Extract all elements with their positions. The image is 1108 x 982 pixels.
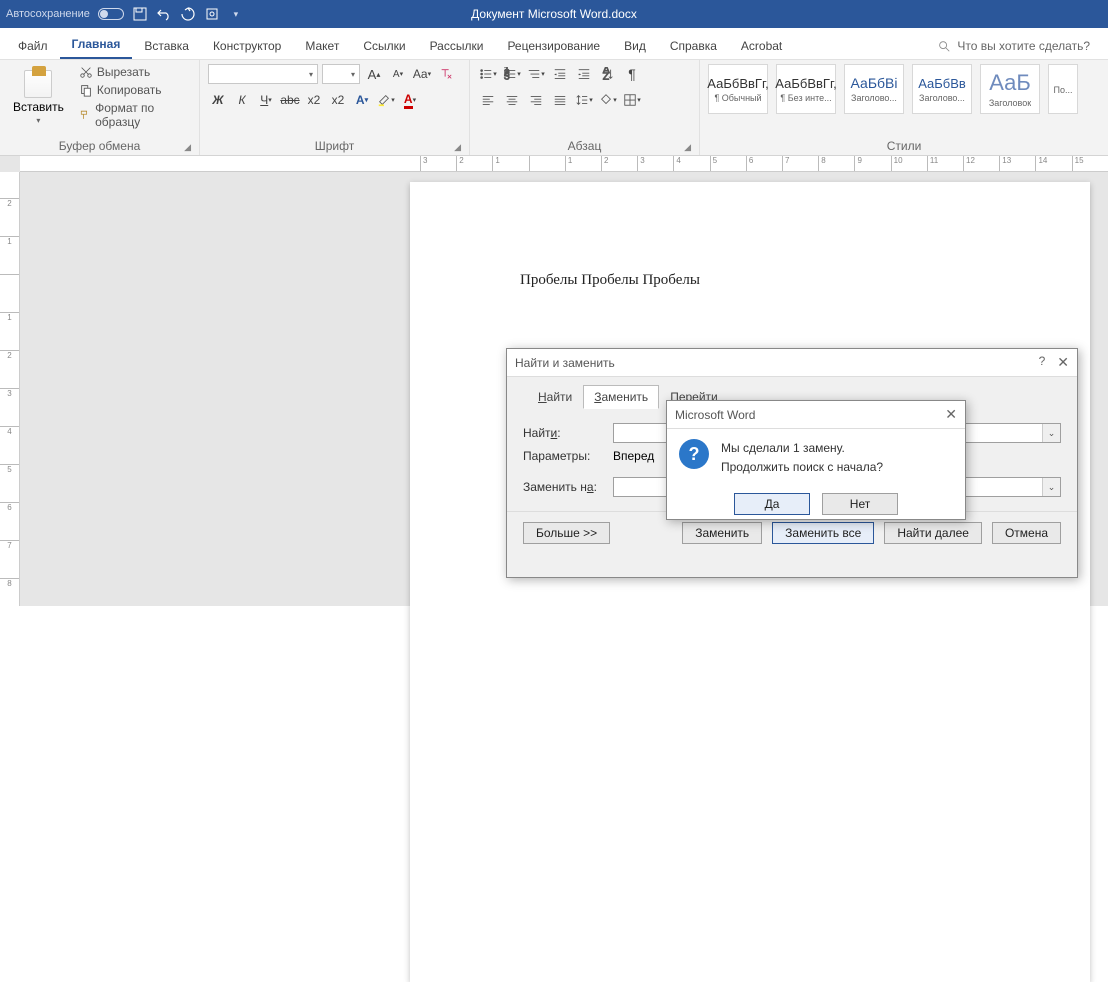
style-title[interactable]: АаБЗаголовок bbox=[980, 64, 1040, 114]
find-what-label: Найти: bbox=[523, 426, 613, 440]
shading-button[interactable]: ▾ bbox=[598, 90, 618, 110]
subscript-button[interactable]: x2 bbox=[304, 90, 324, 110]
menu-mailings[interactable]: Рассылки bbox=[418, 33, 496, 59]
numbering-button[interactable]: 123▾ bbox=[502, 64, 522, 84]
message-dialog-title: Microsoft Word bbox=[675, 408, 755, 422]
justify-button[interactable] bbox=[550, 90, 570, 110]
align-right-button[interactable] bbox=[526, 90, 546, 110]
menu-view[interactable]: Вид bbox=[612, 33, 658, 59]
style-more[interactable]: По... bbox=[1048, 64, 1078, 114]
styles-gallery[interactable]: АаБбВвГг,¶ Обычный АаБбВвГг,¶ Без инте..… bbox=[708, 64, 1100, 114]
document-page[interactable]: Пробелы Пробелы Пробелы bbox=[410, 182, 1090, 982]
redo-icon[interactable] bbox=[180, 6, 196, 22]
vertical-ruler[interactable]: 2112345678 bbox=[0, 172, 20, 606]
menu-file[interactable]: Файл bbox=[6, 33, 60, 59]
decrease-indent-button[interactable] bbox=[550, 64, 570, 84]
copy-button[interactable]: Копировать bbox=[77, 82, 191, 98]
paste-icon bbox=[24, 70, 52, 98]
params-value: Вперед bbox=[613, 449, 654, 463]
borders-button[interactable]: ▾ bbox=[622, 90, 642, 110]
text-effects-button[interactable]: A▾ bbox=[352, 90, 372, 110]
cut-button[interactable]: Вырезать bbox=[77, 64, 191, 80]
autosave-toggle[interactable] bbox=[98, 8, 124, 20]
highlight-button[interactable]: ▾ bbox=[376, 90, 396, 110]
paste-button[interactable]: Вставить ▾ bbox=[8, 67, 69, 128]
svg-text:3: 3 bbox=[504, 70, 510, 81]
question-icon: ? bbox=[679, 439, 709, 469]
tab-replace[interactable]: Заменить bbox=[583, 385, 659, 409]
svg-text:Z: Z bbox=[603, 70, 610, 81]
format-painter-button[interactable]: Формат по образцу bbox=[77, 100, 191, 130]
tell-me-label: Что вы хотите сделать? bbox=[957, 39, 1090, 53]
no-button[interactable]: Нет bbox=[822, 493, 898, 515]
message-text: Мы сделали 1 замену. Продолжить поиск с … bbox=[721, 439, 883, 477]
strikethrough-button[interactable]: abc bbox=[280, 90, 300, 110]
font-size-combo[interactable]: ▾ bbox=[322, 64, 360, 84]
style-no-spacing[interactable]: АаБбВвГг,¶ Без инте... bbox=[776, 64, 836, 114]
yes-button[interactable]: Да bbox=[734, 493, 810, 515]
underline-button[interactable]: Ч▾ bbox=[256, 90, 276, 110]
increase-indent-button[interactable] bbox=[574, 64, 594, 84]
clear-formatting-button[interactable] bbox=[436, 64, 456, 84]
menu-home[interactable]: Главная bbox=[60, 31, 133, 59]
help-icon[interactable]: ? bbox=[1039, 354, 1046, 371]
qat-dropdown-icon[interactable]: ▾ bbox=[228, 6, 244, 22]
menu-review[interactable]: Рецензирование bbox=[495, 33, 612, 59]
tell-me-search[interactable]: Что вы хотите сделать? bbox=[925, 33, 1102, 59]
clipboard-group-label: Буфер обмена bbox=[59, 139, 141, 153]
clipboard-dialog-launcher-icon[interactable]: ◢ bbox=[184, 142, 191, 153]
params-label: Параметры: bbox=[523, 449, 613, 463]
chevron-down-icon[interactable]: ⌄ bbox=[1042, 478, 1060, 496]
font-name-combo[interactable]: ▾ bbox=[208, 64, 318, 84]
align-center-button[interactable] bbox=[502, 90, 522, 110]
font-group-label: Шрифт bbox=[315, 139, 354, 153]
menu-acrobat[interactable]: Acrobat bbox=[729, 33, 794, 59]
bullets-button[interactable]: ▾ bbox=[478, 64, 498, 84]
menu-references[interactable]: Ссылки bbox=[351, 33, 417, 59]
chevron-down-icon[interactable]: ⌄ bbox=[1042, 424, 1060, 442]
paragraph-dialog-launcher-icon[interactable]: ◢ bbox=[684, 142, 691, 153]
document-text[interactable]: Пробелы Пробелы Пробелы bbox=[520, 272, 700, 289]
font-color-button[interactable]: A▾ bbox=[400, 90, 420, 110]
document-title: Документ Microsoft Word.docx bbox=[471, 7, 637, 21]
close-icon[interactable]: ✕ bbox=[1057, 354, 1069, 371]
close-icon[interactable]: ✕ bbox=[945, 406, 957, 423]
styles-group-label: Стили bbox=[887, 139, 922, 153]
shrink-font-button[interactable]: A▾ bbox=[388, 64, 408, 84]
italic-button[interactable]: К bbox=[232, 90, 252, 110]
style-heading2[interactable]: АаБбВвЗаголово... bbox=[912, 64, 972, 114]
menu-layout[interactable]: Макет bbox=[293, 33, 351, 59]
superscript-button[interactable]: x2 bbox=[328, 90, 348, 110]
horizontal-ruler[interactable]: 321123456789101112131415 bbox=[20, 156, 1108, 172]
multilevel-list-button[interactable]: ▾ bbox=[526, 64, 546, 84]
grow-font-button[interactable]: A▴ bbox=[364, 64, 384, 84]
paragraph-group-label: Абзац bbox=[568, 139, 602, 153]
style-normal[interactable]: АаБбВвГг,¶ Обычный bbox=[708, 64, 768, 114]
paste-label: Вставить bbox=[13, 100, 64, 114]
change-case-button[interactable]: Aa▾ bbox=[412, 64, 432, 84]
find-dialog-title: Найти и заменить bbox=[515, 356, 615, 370]
menu-design[interactable]: Конструктор bbox=[201, 33, 293, 59]
line-spacing-button[interactable]: ▾ bbox=[574, 90, 594, 110]
tab-find[interactable]: Найти bbox=[527, 385, 583, 409]
sort-button[interactable]: AZ bbox=[598, 64, 618, 84]
more-button[interactable]: Больше >> bbox=[523, 522, 610, 544]
cancel-button[interactable]: Отмена bbox=[992, 522, 1061, 544]
bold-button[interactable]: Ж bbox=[208, 90, 228, 110]
align-left-button[interactable] bbox=[478, 90, 498, 110]
message-dialog: Microsoft Word ✕ ? Мы сделали 1 замену. … bbox=[666, 400, 966, 520]
menu-insert[interactable]: Вставка bbox=[132, 33, 201, 59]
font-dialog-launcher-icon[interactable]: ◢ bbox=[454, 142, 461, 153]
titlebar: Автосохранение ▾ Документ Microsoft Word… bbox=[0, 0, 1108, 28]
show-marks-button[interactable]: ¶ bbox=[622, 64, 642, 84]
autosave-label: Автосохранение bbox=[6, 8, 90, 20]
menu-help[interactable]: Справка bbox=[658, 33, 729, 59]
replace-with-label: Заменить на: bbox=[523, 480, 613, 494]
style-heading1[interactable]: АаБбВіЗаголово... bbox=[844, 64, 904, 114]
ribbon: Вставить ▾ Вырезать Копировать Формат по… bbox=[0, 60, 1108, 156]
menubar: Файл Главная Вставка Конструктор Макет С… bbox=[0, 28, 1108, 60]
save-icon[interactable] bbox=[132, 6, 148, 22]
undo-icon[interactable] bbox=[156, 6, 172, 22]
touch-icon[interactable] bbox=[204, 6, 220, 22]
